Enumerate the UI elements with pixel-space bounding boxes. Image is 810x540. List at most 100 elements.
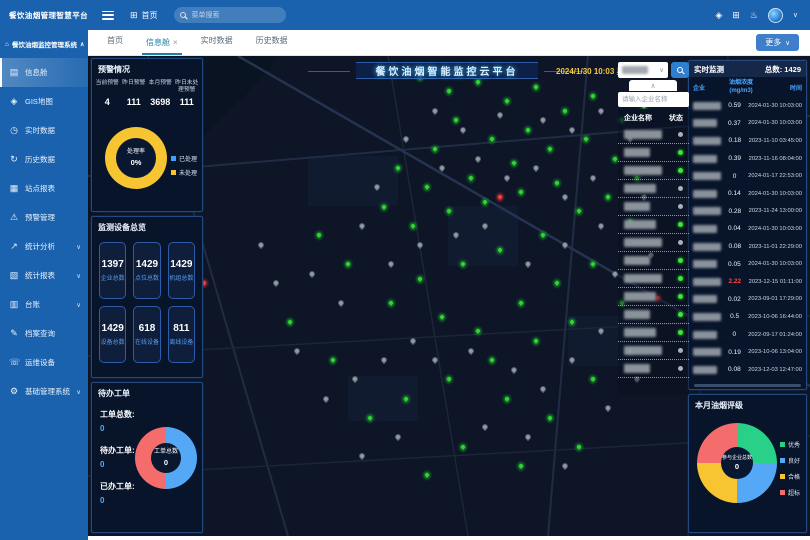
sidebar-item[interactable]: ↻ 历史数据 [0,145,88,174]
realtime-row[interactable]: 0.59 2024-01-30 10:03:00 [689,97,806,115]
fullscreen-icon[interactable]: ⊞ [732,10,740,21]
work-order-stat: 已办工单: 0 [100,481,135,505]
realtime-row[interactable]: 0.14 2024-01-30 10:03:00 [689,185,806,203]
status-dot [678,276,683,281]
redacted-company-name [693,225,717,233]
chevron-down-icon: ∨ [785,39,790,47]
concentration-value: 0.02 [721,296,749,303]
chevron-down-icon: ∨ [76,388,81,396]
sidebar-item-icon: ▦ [9,183,19,194]
legend-label: 已处理 [179,154,197,163]
concentration-value: 0.37 [721,120,749,127]
rating-donut: 参与企业总数 0 [697,423,777,503]
timestamp: 2023-11-16 08:04:00 [749,156,802,162]
sidebar-item[interactable]: ⚙ 基础管理系统 ∨ [0,377,88,406]
tab-bar: 首页 信息舱 × 实时数据 历史数据 更多 ∨ [88,30,810,56]
shield-icon[interactable]: ◈ [715,10,722,21]
alert-stat-value: 111 [174,97,201,107]
menu-search-input[interactable] [190,11,285,20]
scrollbar[interactable] [694,384,801,387]
breadcrumb[interactable]: ⊞ 首页 [130,10,158,21]
tabs: 首页 信息舱 × 实时数据 历史数据 [88,35,292,55]
more-button[interactable]: 更多 ∨ [756,34,799,51]
company-row[interactable] [618,162,689,180]
legend-item: 良好 [780,456,800,465]
sidebar-item[interactable]: ◷ 实时数据 [0,116,88,145]
realtime-row[interactable]: 0.02 2023-09-01 17:29:00 [689,291,806,309]
process-rate-donut: 处理率 0% [105,127,167,189]
realtime-row[interactable]: 0.04 2024-01-30 10:03:00 [689,220,806,238]
company-row[interactable] [618,180,689,198]
tab-label: 历史数据 [256,35,288,46]
company-row[interactable] [618,360,689,378]
redacted-company-name [693,190,717,198]
sidebar-item[interactable]: ⚠ 预警管理 [0,203,88,232]
redacted-company-name [693,366,717,374]
company-row[interactable] [618,234,689,252]
realtime-row[interactable]: 0.39 2023-11-16 08:04:00 [689,150,806,168]
legend-label: 超标 [788,488,800,497]
realtime-row[interactable]: 0.28 2023-11-24 13:00:00 [689,203,806,221]
realtime-row[interactable]: 0.18 2023-11-10 03:45:00 [689,132,806,150]
sidebar-item[interactable]: ▧ 统计报表 ∨ [0,261,88,290]
concentration-value: 0.14 [721,190,749,197]
tab[interactable]: 信息舱 × [142,37,182,55]
redacted-company-name [624,148,650,157]
status-dot [678,258,683,263]
chevron-down-icon[interactable]: ∨ [793,11,798,19]
alert-stat-label: 本月预警 [147,80,174,95]
realtime-row[interactable]: 0.05 2024-01-30 10:03:00 [689,255,806,273]
company-row[interactable] [618,252,689,270]
avatar[interactable] [768,8,783,23]
realtime-row[interactable]: 0 2022-09-17 01:24:00 [689,326,806,344]
tab[interactable]: 历史数据 [252,35,292,55]
company-name-input[interactable] [618,92,689,107]
card-value: 811 [173,323,189,334]
company-row[interactable] [618,288,689,306]
company-row[interactable] [618,126,689,144]
alert-stat: 昨日预警 111 [121,80,148,107]
sidebar-item-icon: ⚙ [9,386,19,397]
bottom-strip [88,536,810,540]
close-icon[interactable]: × [173,38,178,47]
company-row[interactable] [618,270,689,288]
realtime-row[interactable]: 0.08 2023-12-03 12:47:00 [689,361,806,379]
realtime-row[interactable]: 0.08 2023-11-01 22:29:00 [689,238,806,256]
sidebar-item[interactable]: ▥ 台账 ∨ [0,290,88,319]
company-row[interactable] [618,306,689,324]
chevron-up-icon: ∧ [80,41,84,48]
company-select[interactable]: ∨ [618,62,668,78]
realtime-row[interactable]: 0.37 2024-01-30 10:03:00 [689,115,806,133]
sidebar-item[interactable]: ☏ 运维设备 [0,348,88,377]
sidebar-item[interactable]: ✎ 档案查询 [0,319,88,348]
collapse-tab[interactable]: ∧ [629,80,677,91]
company-search-button[interactable] [671,62,689,78]
company-row[interactable] [618,216,689,234]
sidebar-header[interactable]: ⌂ 餐饮油烟监控管理系统 ∧ [0,30,88,58]
sidebar-item-icon: ↗ [9,241,19,252]
sidebar-item[interactable]: ▤ 信息舱 [0,58,88,87]
legend-swatch [171,156,176,161]
sidebar-item-label: GIS地图 [25,96,53,107]
concentration-value: 0.08 [721,243,749,250]
company-row[interactable] [618,198,689,216]
work-order-value: 0 [100,424,135,433]
timestamp: 2023-12-15 01:11:00 [749,279,802,285]
sidebar-item[interactable]: ▦ 站点报表 [0,174,88,203]
realtime-row[interactable]: 0 2024-01-17 22:53:00 [689,167,806,185]
flame-icon[interactable]: ♨ [750,10,758,21]
tab[interactable]: 首页 [103,35,127,55]
realtime-row[interactable]: 0.5 2023-10-06 16:44:00 [689,308,806,326]
home-icon: ⌂ [5,41,9,48]
realtime-row[interactable]: 0.19 2023-10-06 13:04:00 [689,343,806,361]
company-row[interactable] [618,342,689,360]
sidebar-item[interactable]: ◈ GIS地图 [0,87,88,116]
menu-toggle-icon[interactable] [102,11,114,20]
sidebar-item[interactable]: ↗ 统计分析 ∨ [0,232,88,261]
company-row[interactable] [618,324,689,342]
redacted-company-name [624,166,662,175]
work-order-stat: 工单总数: 0 [100,409,135,433]
tab[interactable]: 实时数据 [197,35,237,55]
realtime-row[interactable]: 2.22 2023-12-15 01:11:00 [689,273,806,291]
company-row[interactable] [618,144,689,162]
